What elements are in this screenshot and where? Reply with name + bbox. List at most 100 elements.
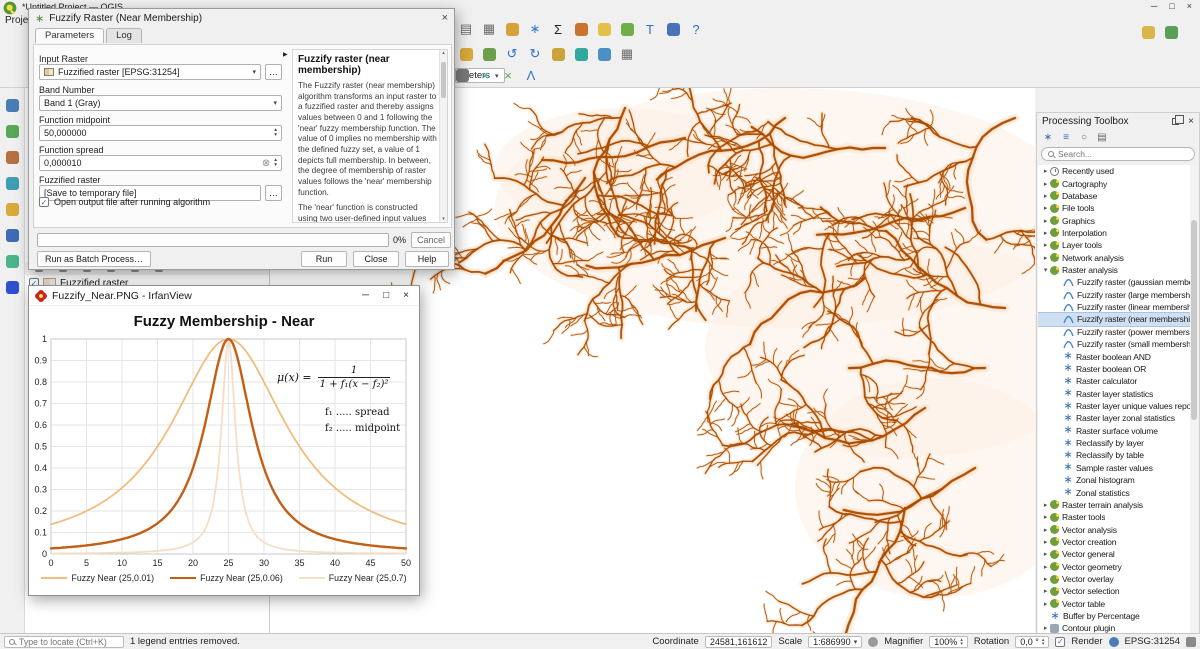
close-icon[interactable]: ×: [403, 290, 409, 301]
toolbox-item-raster-calculator[interactable]: ∗Raster calculator: [1038, 375, 1198, 387]
select-rectangle-icon[interactable]: [548, 44, 568, 64]
toolbox-item-fuzzify-raster-large-membership[interactable]: Fuzzify raster (large membership): [1038, 289, 1198, 301]
toolbox-item-vector-analysis[interactable]: ▸Vector analysis: [1038, 523, 1198, 535]
favorites-icon[interactable]: [1138, 22, 1158, 42]
run-as-batch-button[interactable]: Run as Batch Process…: [37, 251, 151, 267]
close-icon[interactable]: ×: [442, 12, 448, 24]
temporal-controller-icon[interactable]: [571, 19, 591, 39]
new-annotation-icon[interactable]: [617, 19, 637, 39]
add-vector-layer-icon[interactable]: [3, 122, 21, 140]
collapse-help-icon[interactable]: ▶: [283, 51, 288, 58]
cancel-button[interactable]: Cancel: [411, 232, 451, 248]
vertex-tool-icon[interactable]: ×: [498, 66, 518, 86]
deselect-all-icon[interactable]: [571, 44, 591, 64]
close-panel-icon[interactable]: ×: [1188, 116, 1194, 127]
float-panel-icon[interactable]: [1172, 118, 1179, 125]
chevron-right-icon[interactable]: ▸: [1041, 217, 1050, 225]
new-bookmark-icon[interactable]: [3, 278, 21, 296]
trace-digitizing-icon[interactable]: [452, 66, 472, 86]
toolbox-item-raster-terrain-analysis[interactable]: ▸Raster terrain analysis: [1038, 499, 1198, 511]
crs-value[interactable]: EPSG:31254: [1125, 636, 1180, 647]
snapping-options-icon[interactable]: [456, 44, 476, 64]
search-input[interactable]: [1058, 149, 1188, 159]
maximize-icon[interactable]: □: [383, 290, 389, 301]
toolbox-item-vector-selection[interactable]: ▸Vector selection: [1038, 585, 1198, 597]
processing-toolbox-icon[interactable]: ∗: [525, 19, 545, 39]
chevron-right-icon[interactable]: ▸: [1041, 513, 1050, 521]
add-text-layer-icon[interactable]: [3, 200, 21, 218]
toolbox-scrollbar[interactable]: [1190, 165, 1198, 633]
advanced-digitize-icon[interactable]: Λ: [521, 66, 541, 86]
scripts-icon[interactable]: ≡: [1059, 130, 1073, 144]
python-console-icon[interactable]: [663, 19, 683, 39]
input-raster-combo[interactable]: Fuzzified raster [EPSG:31254] ▾: [39, 64, 261, 80]
messages-icon[interactable]: [1186, 637, 1196, 647]
help-contents-icon[interactable]: ?: [686, 19, 706, 39]
rotation-spinner[interactable]: 0,0 °▴▾: [1015, 636, 1049, 648]
add-mesh-layer-icon[interactable]: [3, 174, 21, 192]
toolbox-item-sample-raster-values[interactable]: ∗Sample raster values: [1038, 462, 1198, 474]
function-spread-spinner[interactable]: 0,000010 ⊗ ▴▾: [39, 155, 282, 171]
chevron-right-icon[interactable]: ▸: [1041, 229, 1050, 237]
help-button[interactable]: Help: [405, 251, 449, 267]
spin-arrows-icon[interactable]: ▴▾: [1042, 638, 1045, 646]
toolbox-item-raster-boolean-and[interactable]: ∗Raster boolean AND: [1038, 350, 1198, 362]
spin-arrows-icon[interactable]: ▴▾: [274, 128, 277, 138]
chevron-right-icon[interactable]: ▸: [1041, 254, 1050, 262]
toolbox-item-vector-general[interactable]: ▸Vector general: [1038, 548, 1198, 560]
toolbox-item-buffer-by-percentage[interactable]: ∗Buffer by Percentage: [1038, 610, 1198, 622]
toolbox-item-raster-boolean-or[interactable]: ∗Raster boolean OR: [1038, 363, 1198, 375]
function-midpoint-spinner[interactable]: 50,000000 ▴▾: [39, 125, 282, 141]
irfanview-titlebar[interactable]: Fuzzify_Near.PNG - IrfanView ─ □ ×: [29, 286, 419, 306]
toolbox-item-fuzzify-raster-small-membership[interactable]: Fuzzify raster (small membership): [1038, 338, 1198, 350]
magnifier-spinner[interactable]: 100%▴▾: [929, 636, 968, 648]
scrollbar-thumb[interactable]: [441, 62, 446, 98]
toolbox-item-layer-tools[interactable]: ▸Layer tools: [1038, 239, 1198, 251]
output-browse-button[interactable]: …: [265, 185, 282, 201]
add-raster-layer-icon[interactable]: [3, 148, 21, 166]
toolbox-item-contour-plugin[interactable]: ▸Contour plugin: [1038, 622, 1198, 633]
chevron-right-icon[interactable]: ▸: [1041, 180, 1050, 188]
input-raster-browse-button[interactable]: …: [265, 64, 282, 80]
scale-combo[interactable]: 1:686990▾: [808, 636, 862, 648]
minimize-icon[interactable]: ─: [1151, 1, 1157, 11]
add-wms-layer-icon[interactable]: [3, 252, 21, 270]
render-checkbox[interactable]: ✓: [1055, 637, 1065, 647]
statistics-summary-icon[interactable]: Σ: [548, 19, 568, 39]
toolbox-item-raster-analysis[interactable]: ▾Raster analysis: [1038, 264, 1198, 276]
chevron-down-icon[interactable]: ▾: [1041, 266, 1050, 274]
toolbox-item-interpolation[interactable]: ▸Interpolation: [1038, 227, 1198, 239]
spin-arrows-icon[interactable]: ▴▾: [960, 638, 963, 646]
chevron-right-icon[interactable]: ▸: [1041, 167, 1050, 175]
chevron-right-icon[interactable]: ▸: [1041, 600, 1050, 608]
toolbox-item-vector-table[interactable]: ▸Vector table: [1038, 598, 1198, 610]
toolbox-item-raster-layer-zonal-statistics[interactable]: ∗Raster layer zonal statistics: [1038, 412, 1198, 424]
measure-line-icon[interactable]: [479, 44, 499, 64]
help-scrollbar[interactable]: ▴▾: [439, 50, 447, 222]
redo-icon[interactable]: ↻: [525, 44, 545, 64]
print-layout-icon[interactable]: ▤: [456, 19, 476, 39]
chevron-right-icon[interactable]: ▸: [1041, 241, 1050, 249]
close-button[interactable]: Close: [353, 251, 399, 267]
chevron-right-icon[interactable]: ▸: [1041, 526, 1050, 534]
toolbox-item-reclassify-by-layer[interactable]: ∗Reclassify by layer: [1038, 437, 1198, 449]
chevron-right-icon[interactable]: ▸: [1041, 192, 1050, 200]
toolbox-item-file-tools[interactable]: ▸File tools: [1038, 202, 1198, 214]
plugin-manager-icon[interactable]: [1161, 22, 1181, 42]
tab-parameters[interactable]: Parameters: [35, 28, 104, 43]
locate-input[interactable]: [19, 637, 119, 647]
identify-features-icon[interactable]: [594, 44, 614, 64]
open-output-checkbox[interactable]: ✓: [39, 197, 49, 207]
add-postgis-layer-icon[interactable]: [3, 226, 21, 244]
toolbox-item-raster-layer-statistics[interactable]: ∗Raster layer statistics: [1038, 387, 1198, 399]
maximize-icon[interactable]: □: [1169, 1, 1174, 11]
toolbox-item-reclassify-by-table[interactable]: ∗Reclassify by table: [1038, 449, 1198, 461]
scrollbar-thumb[interactable]: [1191, 220, 1197, 420]
close-icon[interactable]: ×: [1187, 1, 1192, 11]
toolbox-item-fuzzify-raster-near-membership[interactable]: Fuzzify raster (near membership): [1038, 313, 1198, 325]
text-annotation-icon[interactable]: T: [640, 19, 660, 39]
results-viewer-icon[interactable]: ▤: [1095, 130, 1109, 144]
toolbox-item-graphics[interactable]: ▸Graphics: [1038, 214, 1198, 226]
lock-scale-icon[interactable]: [868, 637, 878, 647]
band-number-combo[interactable]: Band 1 (Gray) ▾: [39, 95, 282, 111]
